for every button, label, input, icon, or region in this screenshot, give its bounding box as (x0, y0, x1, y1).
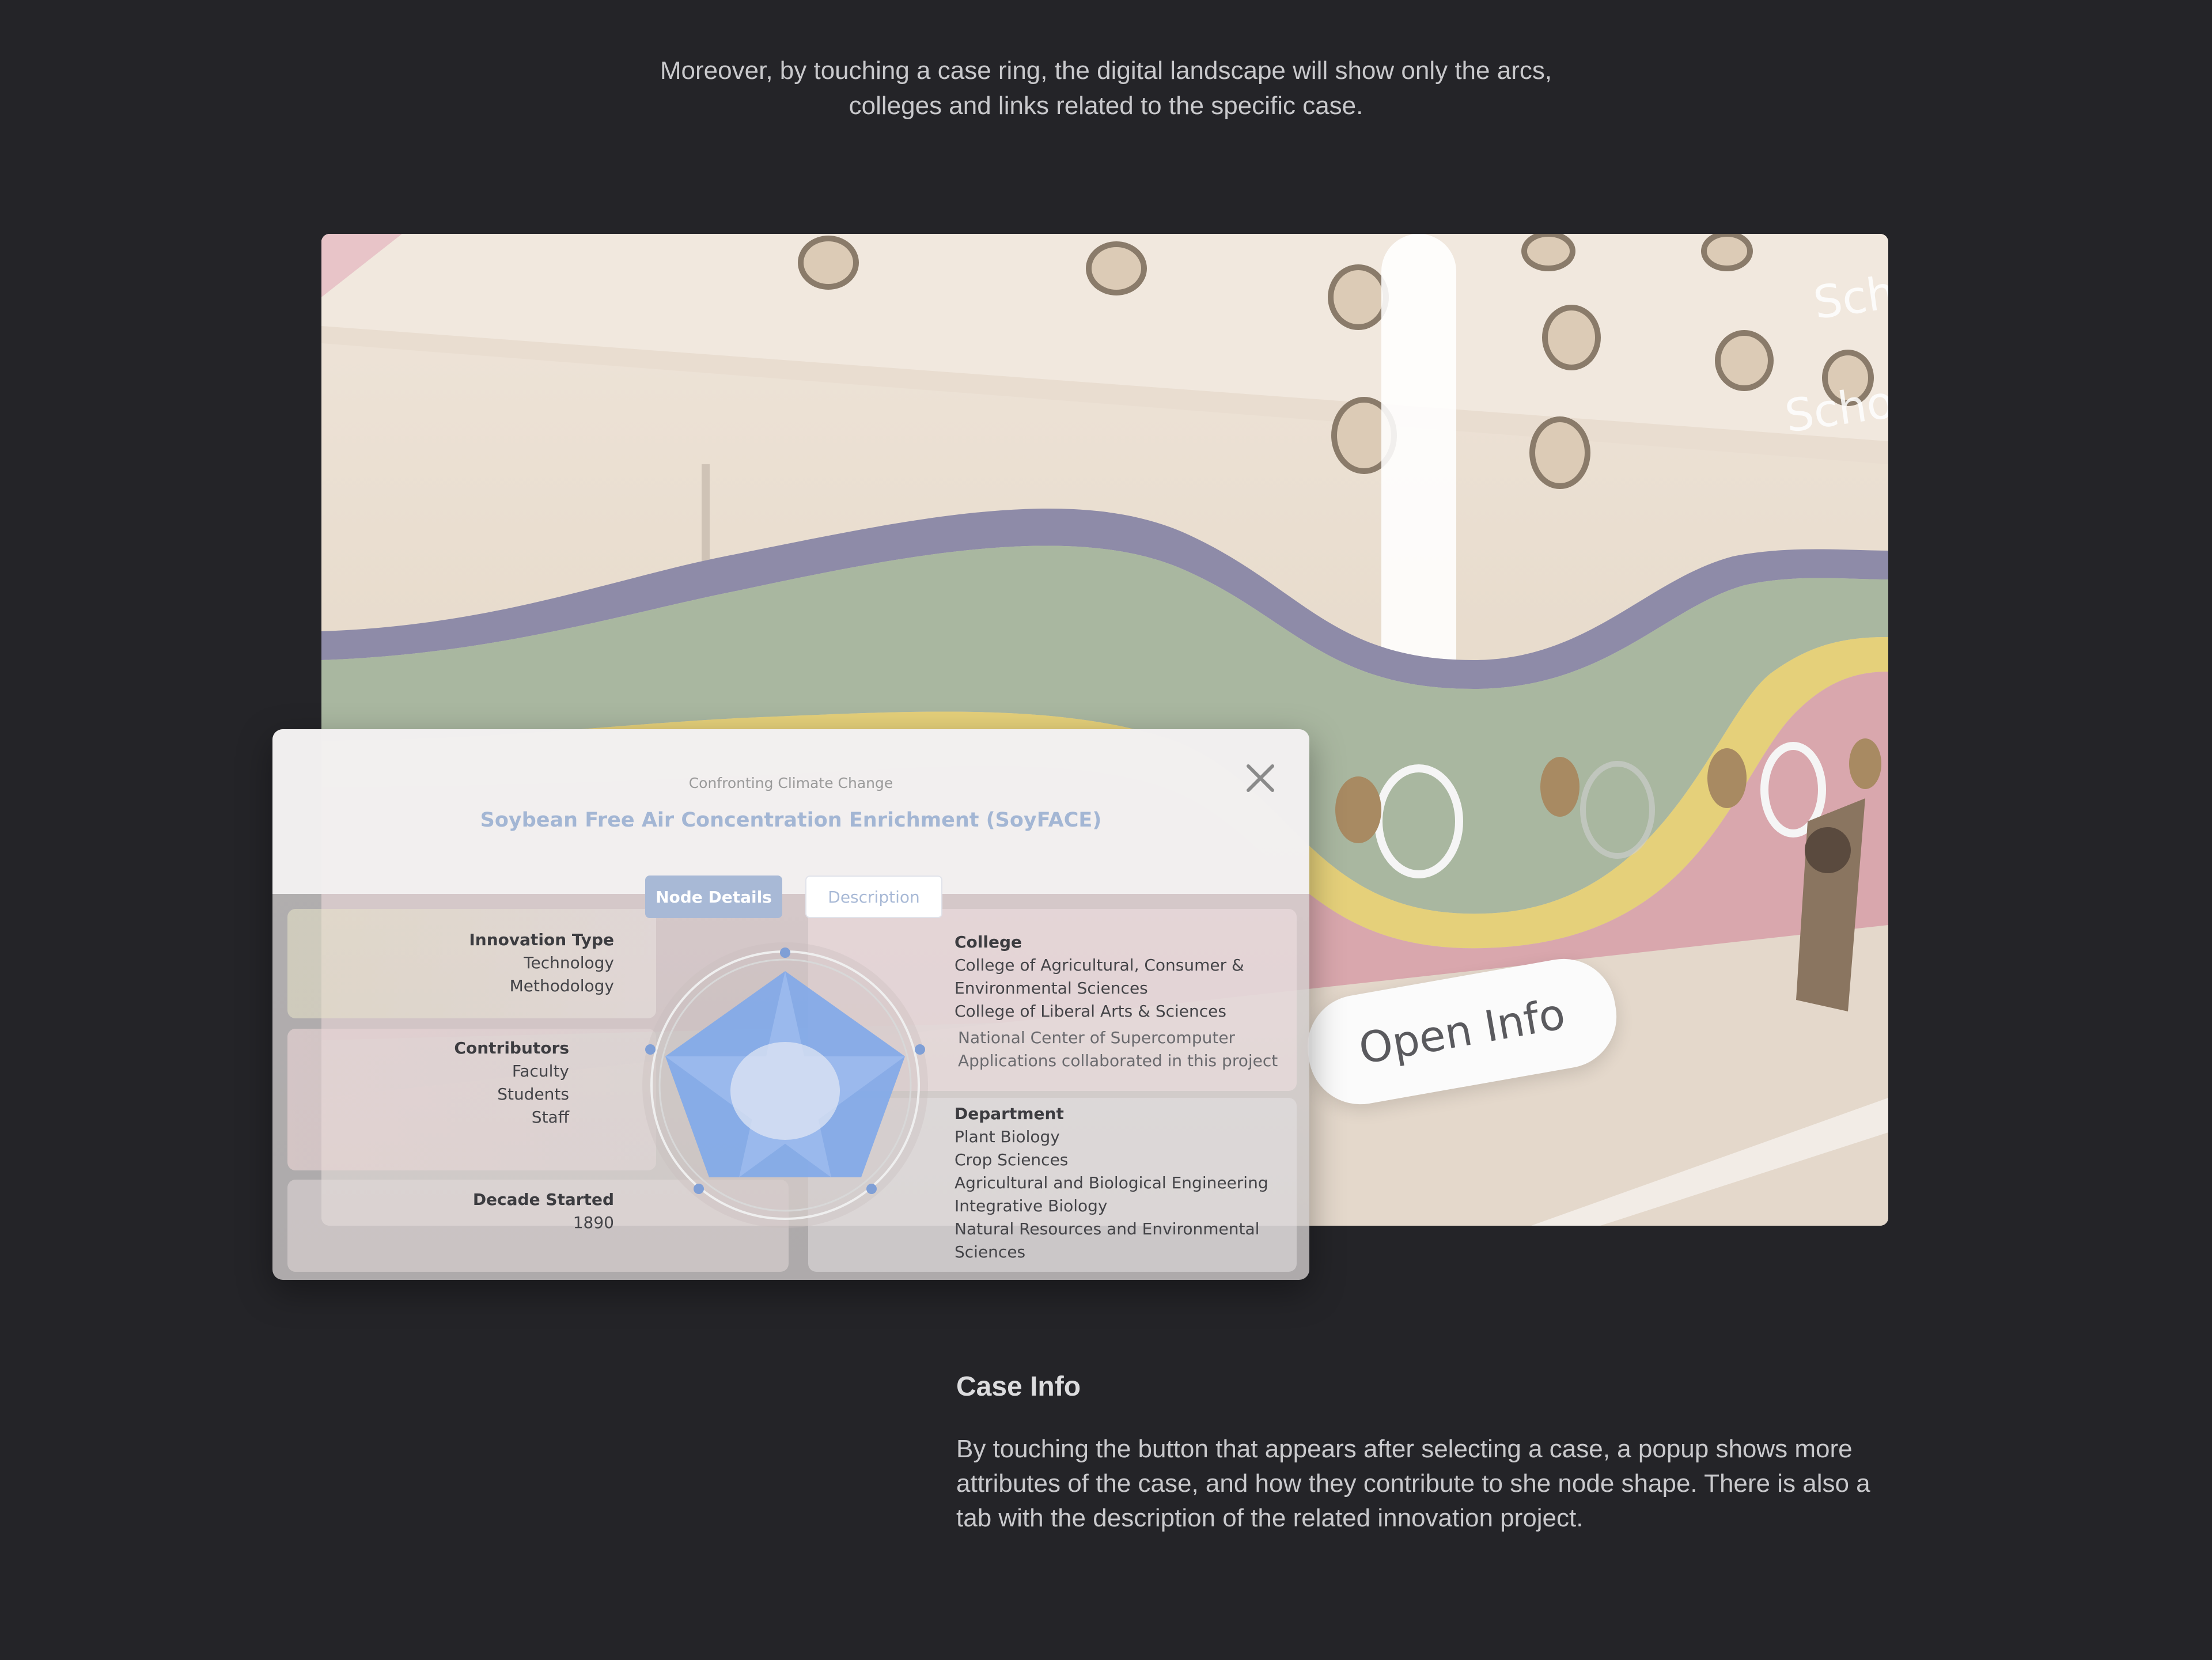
decade-heading: Decade Started (472, 1190, 614, 1209)
college-note-line-1: National Center of Supercomputer (958, 1028, 1236, 1047)
college-note-line-2: Applications collaborated in this projec… (958, 1051, 1278, 1070)
innovation-type-item: Methodology (509, 976, 614, 995)
node-shape-radar (642, 942, 928, 1228)
intro-line-2: colleges and links related to the specif… (849, 92, 1363, 120)
popup-title: Soybean Free Air Concentration Enrichmen… (480, 809, 1102, 832)
open-info-label: Open Info (1355, 989, 1569, 1074)
tab-description[interactable]: Description (805, 876, 942, 918)
intro-line-1: Moreover, by touching a case ring, the d… (660, 56, 1552, 85)
contributor-item: Faculty (512, 1062, 569, 1081)
innovation-type-block: Innovation Type Technology Methodology (469, 928, 614, 998)
college-item: College of Liberal Arts & Sciences (955, 1002, 1226, 1021)
contributors-heading: Contributors (454, 1039, 569, 1058)
contributors-block: Contributors Faculty Students Staff (454, 1037, 569, 1129)
innovation-type-heading: Innovation Type (469, 930, 614, 949)
department-item: Sciences (955, 1242, 1026, 1261)
contributor-item: Staff (531, 1108, 569, 1127)
intro-text: Moreover, by touching a case ring, the d… (0, 53, 2212, 123)
case-info-title: Case Info (956, 1371, 1081, 1402)
popup-header: Confronting Climate Change Soybean Free … (272, 729, 1309, 894)
case-info-body: By touching the button that appears afte… (956, 1435, 1870, 1532)
department-item: Agricultural and Biological Engineering (955, 1173, 1268, 1192)
department-item: Natural Resources and Environmental (955, 1219, 1260, 1238)
tab-node-details[interactable]: Node Details (645, 876, 782, 918)
college-item: College of Agricultural, Consumer & (955, 956, 1244, 975)
college-heading: College (955, 933, 1022, 952)
close-icon[interactable] (1240, 758, 1281, 798)
case-info-popup: Confronting Climate Change Soybean Free … (272, 729, 1309, 1280)
department-block: Department Plant Biology Crop Sciences A… (955, 1102, 1268, 1264)
decade-value: 1890 (573, 1213, 614, 1232)
innovation-type-item: Technology (524, 953, 614, 972)
college-block: College College of Agricultural, Consume… (955, 931, 1278, 1072)
department-item: Integrative Biology (955, 1196, 1108, 1215)
department-heading: Department (955, 1104, 1064, 1123)
contributor-item: Students (497, 1085, 569, 1104)
decade-block: Decade Started 1890 (473, 1188, 614, 1234)
popup-subtitle: Confronting Climate Change (688, 775, 893, 791)
department-item: Plant Biology (955, 1127, 1060, 1146)
department-item: Crop Sciences (955, 1150, 1069, 1169)
college-item: Environmental Sciences (955, 979, 1148, 998)
